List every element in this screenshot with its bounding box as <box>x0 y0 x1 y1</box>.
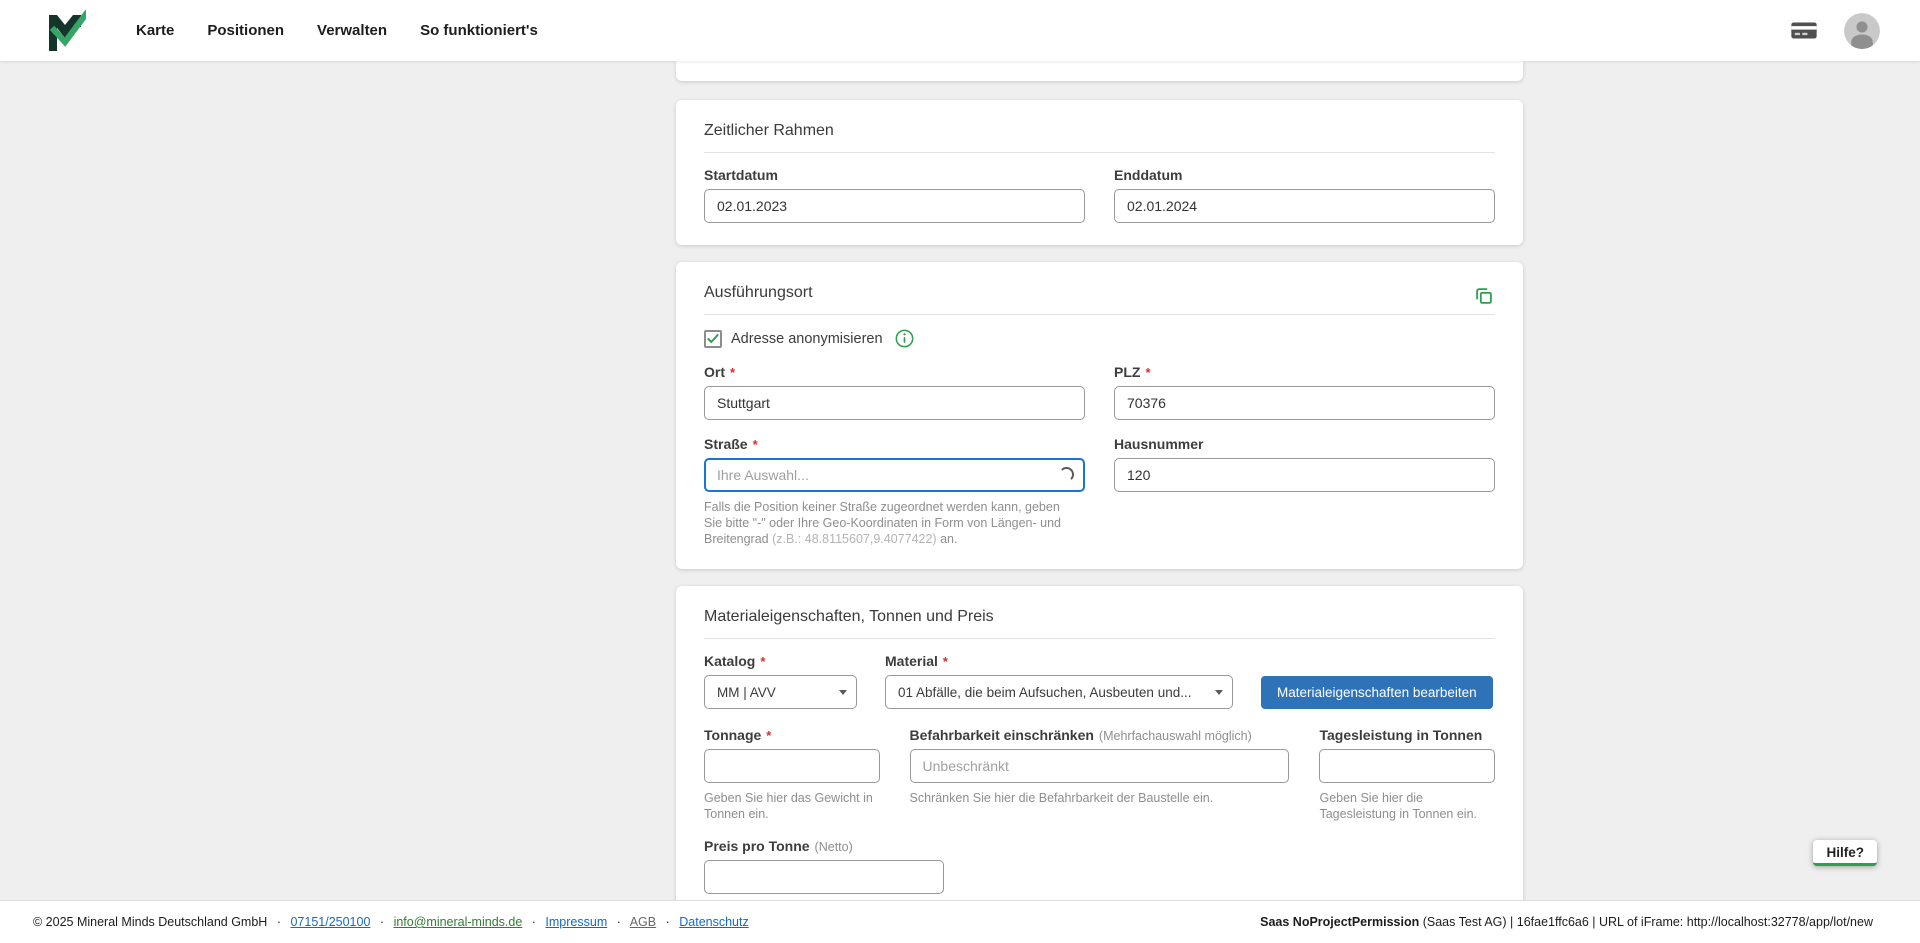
nav-so-funktionierts[interactable]: So funktioniert's <box>420 22 538 39</box>
tenant-name: Saas NoProjectPermission <box>1260 915 1419 929</box>
main-content: Zeitlicher Rahmen Startdatum Enddatum Au… <box>0 61 1920 900</box>
info-icon[interactable] <box>895 329 914 348</box>
mineral-minds-logo-icon[interactable] <box>46 9 86 53</box>
befahrbarkeit-label-note: (Mehrfachauswahl möglich) <box>1099 729 1252 743</box>
footer-left: © 2025 Mineral Minds Deutschland GmbH · … <box>33 915 749 929</box>
help-button[interactable]: Hilfe? <box>1813 840 1877 866</box>
tonnage-label: Tonnage <box>704 727 761 743</box>
tenant-details: (Saas Test AG) | 16fae1ffc6a6 | URL of i… <box>1419 915 1873 929</box>
katalog-select[interactable]: MM | AVV <box>704 675 857 709</box>
material-select[interactable]: 01 Abfälle, die beim Aufsuchen, Ausbeute… <box>885 675 1233 709</box>
tonnage-input[interactable] <box>704 749 880 783</box>
ort-field: Ort * <box>704 364 1085 420</box>
separator: · <box>380 915 384 929</box>
startdatum-label: Startdatum <box>704 167 778 183</box>
preis-field: Preis pro Tonne (Netto) <box>704 838 944 894</box>
anonymize-label: Adresse anonymisieren <box>731 331 883 347</box>
phone-link[interactable]: 07151/250100 <box>290 915 370 929</box>
card-zeitlicher-rahmen: Zeitlicher Rahmen Startdatum Enddatum <box>676 100 1523 245</box>
card-materialeigenschaften: Materialeigenschaften, Tonnen und Preis … <box>676 586 1523 900</box>
required-mark: * <box>760 654 765 669</box>
required-mark: * <box>943 654 948 669</box>
befahrbarkeit-hint: Schränken Sie hier die Befahrbarkeit der… <box>910 790 1290 806</box>
footer: © 2025 Mineral Minds Deutschland GmbH · … <box>0 900 1920 943</box>
ort-input[interactable] <box>704 386 1085 420</box>
tagesleistung-hint: Geben Sie hier die Tagesleistung in Tonn… <box>1319 790 1495 822</box>
materialeigenschaften-bearbeiten-button[interactable]: Materialeigenschaften bearbeiten <box>1261 676 1493 709</box>
plz-label: PLZ <box>1114 364 1140 380</box>
befahrbarkeit-field: Befahrbarkeit einschränken (Mehrfachausw… <box>910 727 1290 822</box>
tagesleistung-label: Tagesleistung in Tonnen <box>1319 727 1482 743</box>
card-ausfuehrungsort: Ausführungsort Adresse anonymisieren <box>676 262 1523 569</box>
chevron-down-icon <box>1215 690 1223 695</box>
befahrbarkeit-label: Befahrbarkeit einschränken <box>910 727 1094 743</box>
strasse-field: Straße * Falls die Position keiner Straß… <box>704 436 1085 547</box>
footer-right: Saas NoProjectPermission (Saas Test AG) … <box>1260 915 1873 929</box>
plz-input[interactable] <box>1114 386 1495 420</box>
befahrbarkeit-input[interactable] <box>910 749 1290 783</box>
card-title-materialeigenschaften: Materialeigenschaften, Tonnen und Preis <box>704 608 1495 626</box>
separator: · <box>532 915 536 929</box>
separator: · <box>277 915 281 929</box>
strasse-label: Straße <box>704 436 748 452</box>
strasse-input[interactable] <box>704 458 1085 492</box>
enddatum-label: Enddatum <box>1114 167 1182 183</box>
datenschutz-link[interactable]: Datenschutz <box>679 915 748 929</box>
tonnage-field: Tonnage * Geben Sie hier das Gewicht in … <box>704 727 880 822</box>
divider <box>704 638 1495 639</box>
preis-label-note: (Netto) <box>815 840 853 854</box>
tonnage-hint: Geben Sie hier das Gewicht in Tonnen ein… <box>704 790 880 822</box>
separator: · <box>666 915 670 929</box>
anonymize-row: Adresse anonymisieren <box>704 329 1495 348</box>
impressum-link[interactable]: Impressum <box>545 915 607 929</box>
nav-verwalten[interactable]: Verwalten <box>317 22 387 39</box>
enddatum-field: Enddatum <box>1114 167 1495 223</box>
loading-spinner-icon <box>1059 467 1074 482</box>
hausnummer-field: Hausnummer <box>1114 436 1495 547</box>
nav-positionen[interactable]: Positionen <box>207 22 284 39</box>
strasse-hint: Falls die Position keiner Straße zugeord… <box>704 499 1085 547</box>
navbar-right <box>1790 13 1880 49</box>
user-avatar[interactable] <box>1844 13 1880 49</box>
enddatum-input[interactable] <box>1114 189 1495 223</box>
material-label: Material <box>885 653 938 669</box>
plz-field: PLZ * <box>1114 364 1495 420</box>
tagesleistung-input[interactable] <box>1319 749 1495 783</box>
agb-link[interactable]: AGB <box>630 915 656 929</box>
card-reader-icon[interactable] <box>1790 19 1818 42</box>
anonymize-checkbox[interactable] <box>704 330 722 348</box>
required-mark: * <box>766 728 771 743</box>
required-mark: * <box>1145 365 1150 380</box>
top-navbar: Karte Positionen Verwalten So funktionie… <box>0 0 1920 61</box>
preis-label: Preis pro Tonne <box>704 838 810 854</box>
katalog-label: Katalog <box>704 653 755 669</box>
card-cropped-above <box>676 61 1523 81</box>
material-field: Material * 01 Abfälle, die beim Aufsuche… <box>885 653 1233 709</box>
email-link[interactable]: info@mineral-minds.de <box>394 915 523 929</box>
nav-karte[interactable]: Karte <box>136 22 174 39</box>
divider <box>704 314 1495 315</box>
ort-label: Ort <box>704 364 725 380</box>
required-mark: * <box>730 365 735 380</box>
copy-icon[interactable] <box>1473 285 1495 307</box>
copyright-text: © 2025 Mineral Minds Deutschland GmbH <box>33 915 267 929</box>
required-mark: * <box>753 437 758 452</box>
card-title-zeitlicher-rahmen: Zeitlicher Rahmen <box>704 122 1495 140</box>
katalog-field: Katalog * MM | AVV <box>704 653 857 709</box>
tagesleistung-field: Tagesleistung in Tonnen Geben Sie hier d… <box>1319 727 1495 822</box>
startdatum-field: Startdatum <box>704 167 1085 223</box>
hausnummer-label: Hausnummer <box>1114 436 1203 452</box>
main-nav: Karte Positionen Verwalten So funktionie… <box>136 22 538 39</box>
divider <box>704 152 1495 153</box>
preis-input[interactable] <box>704 860 944 894</box>
startdatum-input[interactable] <box>704 189 1085 223</box>
card-title-ausfuehrungsort: Ausführungsort <box>704 284 813 302</box>
chevron-down-icon <box>839 690 847 695</box>
hausnummer-input[interactable] <box>1114 458 1495 492</box>
separator: · <box>617 915 621 929</box>
